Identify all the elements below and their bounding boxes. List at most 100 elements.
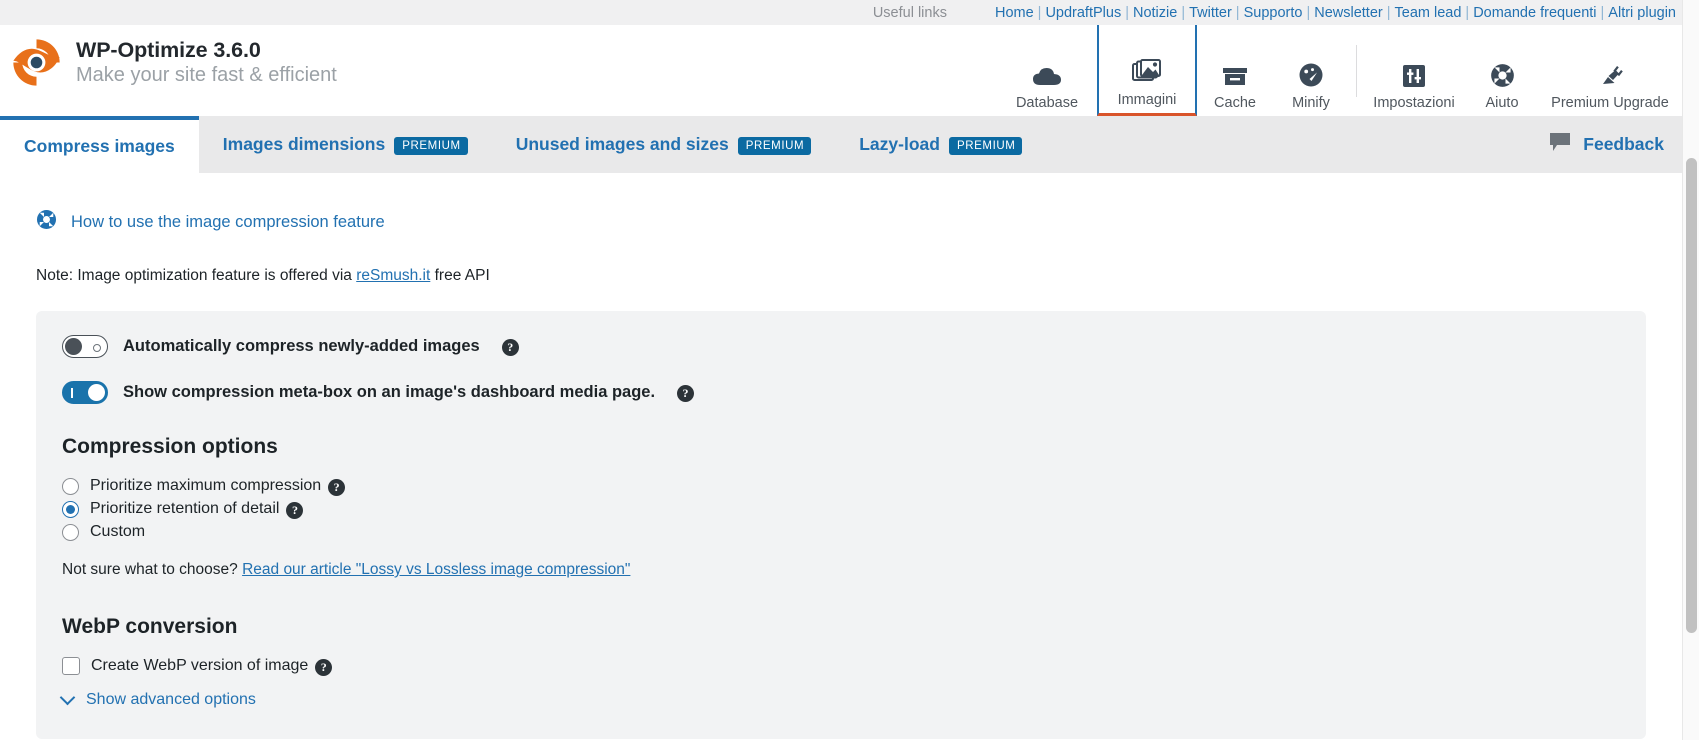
help-icon[interactable]: ?	[315, 658, 333, 676]
nav-item-minify[interactable]: Minify	[1273, 25, 1349, 116]
show-metabox-row: Show compression meta-box on an image's …	[62, 381, 1620, 404]
help-icon[interactable]: ?	[677, 385, 695, 402]
lifebuoy-icon	[36, 209, 57, 235]
useful-links-list: Home | UpdraftPlus | Notizie | Twitter | Support…	[995, 5, 1676, 21]
useful-link[interactable]: Altri plugin	[1608, 5, 1676, 21]
how-to-use-row: How to use the image compression feature	[36, 173, 1662, 235]
useful-link[interactable]: Home	[995, 5, 1034, 21]
brand: WP-Optimize 3.6.0 Make your site fast & …	[0, 25, 337, 91]
feedback-label: Feedback	[1583, 134, 1664, 154]
top-navigation: Database Immagini Cache Minify Impostazi…	[997, 25, 1682, 116]
auto-compress-label: Automatically compress newly-added image…	[123, 337, 480, 355]
brand-tagline: Make your site fast & efficient	[76, 64, 337, 87]
help-icon[interactable]: ?	[501, 339, 519, 356]
auto-compress-row: Automatically compress newly-added image…	[62, 335, 1620, 358]
radio-custom[interactable]	[62, 523, 79, 541]
useful-links-label: Useful links	[872, 4, 947, 21]
checkbox-label: Create WebP version of image	[91, 657, 309, 674]
nav-item-cache[interactable]: Cache	[1197, 25, 1273, 116]
radio-row-retention-detail: Prioritize retention of detail ?	[62, 500, 1620, 519]
nav-divider	[1356, 44, 1357, 97]
radio-label: Custom	[90, 523, 146, 540]
useful-links-separator: |	[1235, 4, 1240, 21]
nav-label: Database	[1015, 94, 1079, 111]
gauge-icon	[1298, 54, 1324, 88]
help-icon[interactable]: ?	[286, 501, 304, 519]
useful-links-separator: |	[1600, 4, 1605, 21]
useful-link[interactable]: Team lead	[1395, 5, 1462, 21]
resmush-note: Note: Image optimization feature is offe…	[36, 267, 1662, 285]
images-stack-icon	[1132, 51, 1162, 85]
auto-compress-toggle[interactable]	[62, 335, 108, 358]
premium-badge: PREMIUM	[948, 136, 1023, 155]
wp-optimize-logo-icon	[8, 34, 65, 91]
radio-prioritize-maximum-compression[interactable]	[62, 477, 79, 495]
hint-prefix: Not sure what to choose?	[62, 561, 243, 578]
nav-item-immagini[interactable]: Immagini	[1097, 25, 1197, 116]
scrollbar-thumb[interactable]	[1686, 158, 1697, 633]
sliders-icon	[1402, 54, 1426, 88]
checkbox-create-webp-version[interactable]	[62, 657, 80, 675]
premium-badge: PREMIUM	[394, 136, 468, 155]
useful-link[interactable]: Twitter	[1189, 5, 1232, 21]
tab-images-dimensions[interactable]: Images dimensions PREMIUM	[199, 116, 492, 173]
nav-item-impostazioni[interactable]: Impostazioni	[1364, 25, 1464, 116]
useful-link[interactable]: Supporto	[1244, 5, 1303, 21]
lossy-lossless-article-link[interactable]: Read our article "Lossy vs Lossless imag…	[242, 561, 630, 578]
tab-compress-images[interactable]: Compress images	[0, 116, 199, 173]
main-panel: How to use the image compression feature…	[0, 173, 1682, 740]
nav-item-premium-upgrade[interactable]: Premium Upgrade	[1540, 25, 1680, 116]
tab-label: Compress images	[24, 136, 175, 156]
resmush-link[interactable]: reSmush.it	[356, 267, 430, 284]
brand-title: WP-Optimize 3.6.0	[76, 37, 261, 62]
speech-bubble-icon	[1549, 132, 1571, 157]
webp-checkbox-row: Create WebP version of image ?	[62, 657, 1620, 676]
useful-links-separator: |	[1306, 4, 1311, 21]
brand-text: WP-Optimize 3.6.0 Make your site fast & …	[76, 38, 337, 87]
useful-links-separator: |	[1386, 4, 1391, 21]
webp-conversion-title: WebP conversion	[62, 615, 238, 638]
radio-row-custom: Custom	[62, 523, 1620, 541]
lossy-lossless-hint: Not sure what to choose? Read our articl…	[62, 561, 1620, 579]
help-icon[interactable]: ?	[328, 478, 346, 496]
useful-links-bar: Useful links Home | UpdraftPlus | Notizie | Tw…	[0, 0, 1682, 25]
useful-links-separator: |	[1465, 4, 1470, 21]
note-prefix: Note: Image optimization feature is offe…	[36, 267, 357, 284]
chevron-down-icon	[59, 689, 76, 705]
tab-bar: Compress images Images dimensions PREMIU…	[0, 116, 1682, 173]
show-metabox-toggle[interactable]	[62, 381, 108, 404]
plug-icon	[1597, 54, 1623, 88]
show-advanced-options-label: Show advanced options	[86, 691, 256, 708]
nav-label: Immagini	[1117, 91, 1177, 108]
radio-label: Prioritize retention of detail	[90, 500, 280, 517]
nav-item-database[interactable]: Database	[997, 25, 1097, 116]
useful-links-separator: |	[1181, 4, 1186, 21]
compression-settings-card: Automatically compress newly-added image…	[36, 311, 1646, 739]
page-scrollbar[interactable]	[1682, 0, 1699, 740]
useful-link[interactable]: Newsletter	[1314, 5, 1383, 21]
tab-label: Lazy-load	[859, 134, 940, 154]
nav-item-aiuto[interactable]: Aiuto	[1464, 25, 1540, 116]
cloud-icon	[1032, 54, 1062, 88]
useful-links-separator: |	[1125, 4, 1129, 21]
compression-options-title: Compression options	[62, 435, 278, 458]
tab-label: Unused images and sizes	[515, 134, 729, 154]
useful-link[interactable]: Notizie	[1133, 5, 1177, 21]
useful-links-separator: |	[1037, 4, 1042, 21]
lifebuoy-icon	[1490, 54, 1515, 88]
tab-label: Images dimensions	[222, 134, 386, 154]
nav-label: Cache	[1214, 94, 1256, 111]
feedback-link[interactable]: Feedback	[1549, 116, 1682, 173]
radio-prioritize-retention-of-detail[interactable]	[62, 500, 79, 518]
how-to-use-link[interactable]: How to use the image compression feature	[71, 213, 385, 232]
show-advanced-options-toggle[interactable]: Show advanced options	[59, 689, 1620, 709]
app-header: WP-Optimize 3.6.0 Make your site fast & …	[0, 25, 1682, 116]
nav-label: Impostazioni	[1373, 94, 1455, 111]
tab-lazy-load[interactable]: Lazy-load PREMIUM	[835, 116, 1046, 173]
useful-link[interactable]: UpdraftPlus	[1045, 5, 1121, 21]
tab-unused-images-and-sizes[interactable]: Unused images and sizes PREMIUM	[492, 116, 836, 173]
radio-row-max-compression: Prioritize maximum compression ?	[62, 477, 1620, 496]
note-suffix: free API	[430, 267, 490, 284]
premium-badge: PREMIUM	[737, 136, 812, 155]
useful-link[interactable]: Domande frequenti	[1473, 5, 1596, 21]
